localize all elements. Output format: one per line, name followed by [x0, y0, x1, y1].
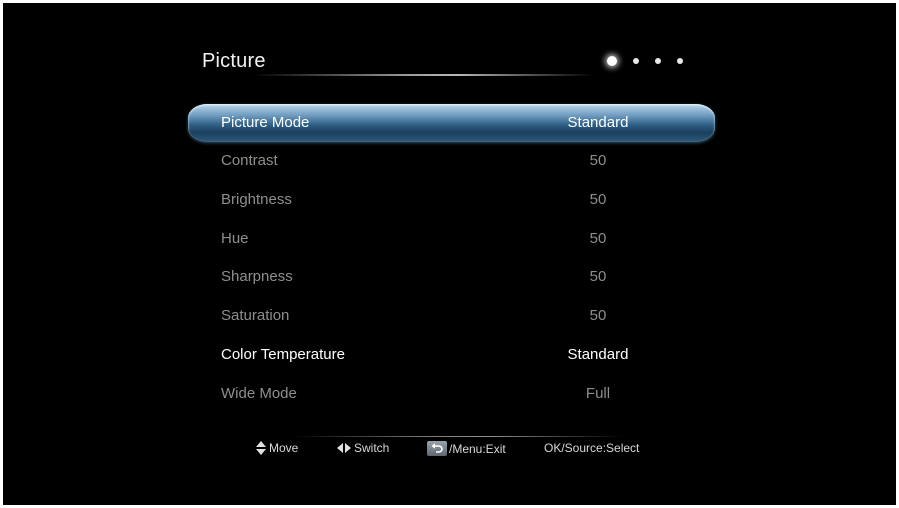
menu-item-label: Picture Mode — [221, 114, 310, 131]
menu-item-color-temperature[interactable]: Color Temperature Standard — [188, 336, 715, 374]
menu-item-contrast[interactable]: Contrast 50 — [188, 142, 715, 180]
menu-item-value: Standard — [567, 114, 629, 131]
menu-item-value: 50 — [589, 230, 607, 247]
menu-item-label: Wide Mode — [221, 385, 297, 402]
footer-divider — [293, 436, 623, 437]
menu-item-value: Standard — [567, 346, 629, 363]
hint-label: OK/Source:Select — [544, 441, 640, 455]
hint-exit: /Menu:Exit — [427, 441, 506, 456]
menu-item-wide-mode[interactable]: Wide Mode Full — [188, 375, 715, 413]
menu-item-label: Contrast — [221, 152, 278, 169]
page-dot-2[interactable] — [633, 58, 639, 64]
menu-item-value: 50 — [589, 307, 607, 324]
page-dot-4[interactable] — [677, 58, 683, 64]
hint-switch: Switch — [337, 441, 389, 455]
left-right-arrows-icon — [337, 443, 352, 453]
hint-label: Move — [269, 441, 299, 455]
hint-label: /Menu:Exit — [449, 441, 506, 456]
menu-item-label: Hue — [221, 230, 249, 247]
menu-item-value: 50 — [589, 268, 607, 285]
menu-item-value: Full — [585, 385, 611, 402]
menu-item-label: Brightness — [221, 191, 292, 208]
page-title: Picture — [202, 50, 266, 72]
hint-label: Switch — [354, 441, 390, 455]
menu-item-label: Sharpness — [221, 268, 293, 285]
back-return-icon — [427, 441, 447, 456]
menu-item-label: Color Temperature — [221, 346, 345, 363]
menu-item-brightness[interactable]: Brightness 50 — [188, 181, 715, 219]
menu-item-saturation[interactable]: Saturation 50 — [188, 297, 715, 335]
tv-menu-screen: Picture Picture Mode Standard Contrast 5… — [3, 3, 896, 505]
up-down-arrows-icon — [256, 441, 266, 455]
page-dot-3[interactable] — [655, 58, 661, 64]
page-dot-1[interactable] — [607, 56, 617, 66]
menu-item-sharpness[interactable]: Sharpness 50 — [188, 258, 715, 296]
menu-item-value: 50 — [589, 152, 607, 169]
menu-item-hue[interactable]: Hue 50 — [188, 220, 715, 258]
title-divider — [253, 74, 593, 76]
menu-item-picture-mode[interactable]: Picture Mode Standard — [188, 104, 715, 142]
page-indicator — [607, 54, 699, 68]
menu-item-value: 50 — [589, 191, 607, 208]
menu-item-label: Saturation — [221, 307, 290, 324]
hint-move: Move — [256, 441, 298, 455]
hint-select: OK/Source:Select — [544, 441, 639, 455]
